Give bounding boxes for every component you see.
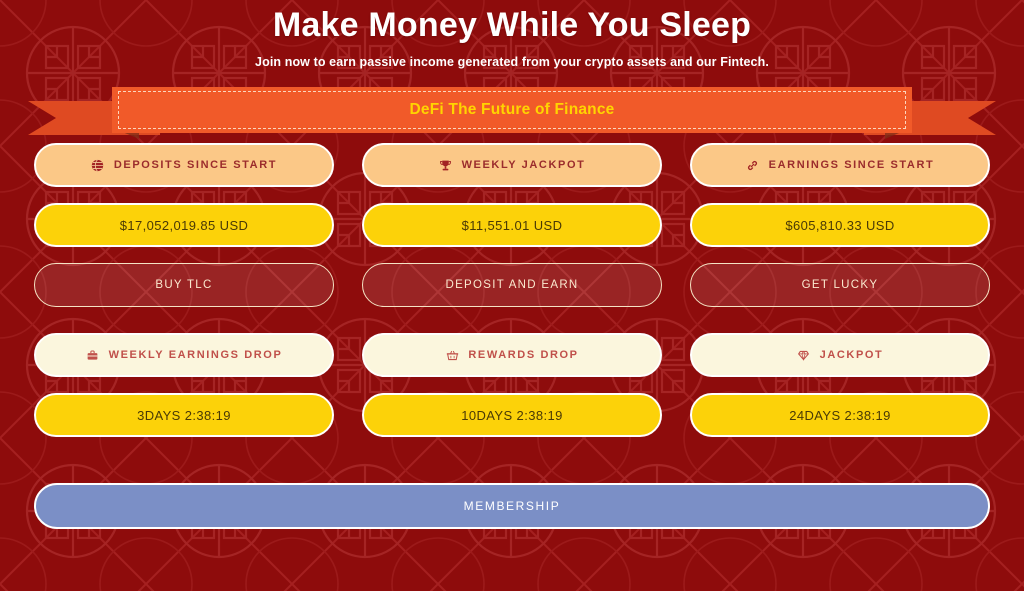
- stat-label-text: EARNINGS SINCE START: [768, 159, 935, 171]
- row-spacer: [34, 307, 990, 333]
- stat-label-deposits: DEPOSITS SINCE START: [34, 143, 334, 187]
- stat-label-text: WEEKLY JACKPOT: [461, 159, 586, 171]
- page-subtitle: Join now to earn passive income generate…: [255, 55, 769, 69]
- globe-icon: [91, 158, 105, 172]
- drop-label-text: WEEKLY EARNINGS DROP: [108, 349, 283, 361]
- link-icon: [746, 158, 760, 172]
- stat-label-earnings: EARNINGS SINCE START: [690, 143, 990, 187]
- stats-grid: DEPOSITS SINCE START WEEKLY JACKPOT EARN…: [34, 143, 990, 437]
- drop-label-rewards: REWARDS DROP: [362, 333, 662, 377]
- gem-icon: [797, 348, 811, 362]
- buy-tlc-button[interactable]: BUY TLC: [34, 263, 334, 307]
- basket-icon: [445, 348, 459, 362]
- stat-value-weekly-jackpot: $11,551.01 USD: [362, 203, 662, 247]
- page-root: Make Money While You Sleep Join now to e…: [0, 0, 1024, 591]
- row-spacer: [34, 377, 990, 393]
- membership-button[interactable]: MEMBERSHIP: [34, 483, 990, 529]
- countdown-jackpot: 24DAYS 2:38:19: [690, 393, 990, 437]
- ribbon-banner: DeFi The Future of Finance: [0, 87, 1024, 143]
- drop-label-text: JACKPOT: [819, 349, 884, 361]
- drop-label-weekly-earnings: WEEKLY EARNINGS DROP: [34, 333, 334, 377]
- trophy-icon: [439, 158, 453, 172]
- row-spacer: [34, 247, 990, 263]
- countdown-rewards: 10DAYS 2:38:19: [362, 393, 662, 437]
- stat-value-deposits: $17,052,019.85 USD: [34, 203, 334, 247]
- stat-label-text: DEPOSITS SINCE START: [113, 159, 278, 171]
- row-spacer: [34, 187, 990, 203]
- stat-value-earnings: $605,810.33 USD: [690, 203, 990, 247]
- membership-section: MEMBERSHIP: [34, 483, 990, 529]
- stat-label-weekly-jackpot: WEEKLY JACKPOT: [362, 143, 662, 187]
- deposit-and-earn-button[interactable]: DEPOSIT AND EARN: [362, 263, 662, 307]
- ribbon-text: DeFi The Future of Finance: [409, 101, 615, 118]
- page-title: Make Money While You Sleep: [272, 6, 752, 44]
- drop-label-text: REWARDS DROP: [468, 349, 579, 361]
- ribbon-center-panel: DeFi The Future of Finance: [112, 87, 912, 133]
- get-lucky-button[interactable]: GET LUCKY: [690, 263, 990, 307]
- drop-label-jackpot: JACKPOT: [690, 333, 990, 377]
- countdown-weekly-earnings: 3DAYS 2:38:19: [34, 393, 334, 437]
- briefcase-icon: [86, 348, 100, 362]
